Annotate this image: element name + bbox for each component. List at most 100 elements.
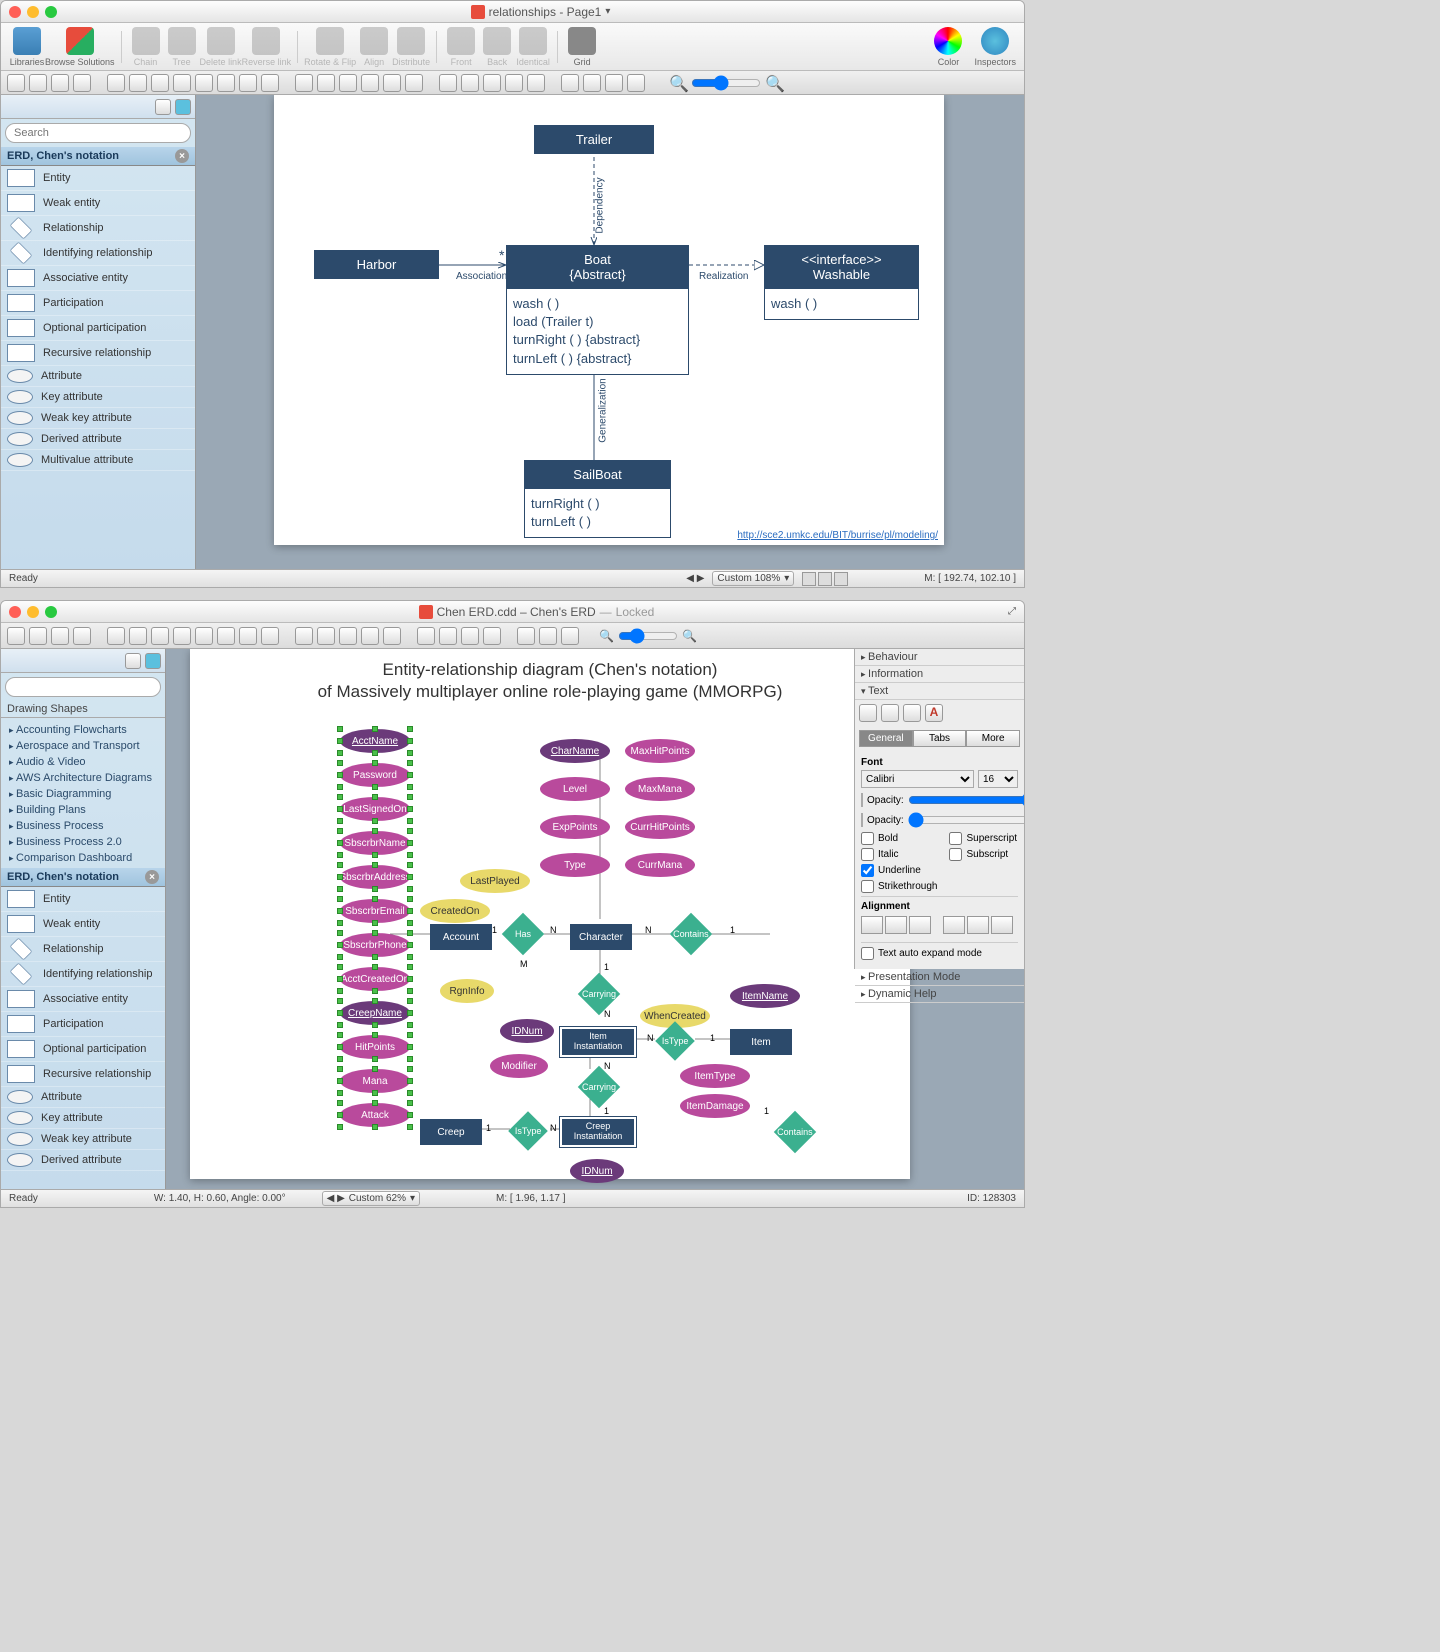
arrow-tool-3[interactable]: [483, 74, 501, 92]
attr-sbscrbrphone[interactable]: SbscrbrPhone: [340, 933, 410, 957]
category-comparison-dashboard[interactable]: Comparison Dashboard: [5, 850, 161, 866]
line-tool-5[interactable]: [383, 627, 401, 645]
attr-idnum-2[interactable]: IDNum: [570, 1159, 624, 1183]
page-tab-2[interactable]: [818, 572, 832, 586]
stencil-participation[interactable]: Participation: [1, 291, 195, 316]
attr-creepname[interactable]: CreepName: [340, 1001, 410, 1025]
library-search-input[interactable]: [5, 677, 161, 697]
connector-tool-4[interactable]: [173, 74, 191, 92]
attr-modifier[interactable]: Modifier: [490, 1054, 548, 1078]
inspector-text[interactable]: Text: [855, 683, 1024, 700]
valign-bottom-button[interactable]: [991, 916, 1013, 934]
category-business-process[interactable]: Business Process: [5, 818, 161, 834]
shape-tool-1[interactable]: [29, 74, 47, 92]
stencil-recursive-relationship[interactable]: Recursive relationship: [1, 1062, 165, 1087]
auto-expand-checkbox[interactable]: [861, 947, 874, 960]
inspector-behaviour[interactable]: Behaviour: [855, 649, 1024, 666]
subscript-checkbox[interactable]: [949, 848, 962, 861]
attr-itemdamage[interactable]: ItemDamage: [680, 1094, 750, 1118]
zoom-control[interactable]: Custom 108%▾: [712, 571, 794, 586]
canvas[interactable]: Trailer Harbor Boat {Abstract} wash ( ) …: [196, 95, 1024, 569]
attr-idnum-1[interactable]: IDNum: [500, 1019, 554, 1043]
stencil-identifying-relationship[interactable]: Identifying relationship: [1, 241, 195, 266]
entity-character[interactable]: Character: [570, 924, 632, 950]
shape-tool-2[interactable]: [51, 74, 69, 92]
attr-sbscrbrname[interactable]: SbscrbrName: [340, 831, 410, 855]
rel-istype-2[interactable]: IsType: [508, 1111, 548, 1151]
rel-carrying-1[interactable]: Carrying: [578, 973, 620, 1015]
close-section-icon[interactable]: ×: [145, 870, 159, 884]
inspector-presentation[interactable]: Presentation Mode: [855, 969, 1024, 986]
toolbar-front[interactable]: Front: [443, 27, 479, 67]
connector-tool-6[interactable]: [217, 627, 235, 645]
shape-tool-3[interactable]: [73, 74, 91, 92]
category-building-plans[interactable]: Building Plans: [5, 802, 161, 818]
font-select[interactable]: Calibri: [861, 770, 974, 788]
zoom-in-icon[interactable]: [517, 627, 535, 645]
titlebar[interactable]: Chen ERD.cdd – Chen's ERD — Locked ⤢: [1, 601, 1024, 623]
pointer-tool[interactable]: [7, 627, 25, 645]
connector-tool-3[interactable]: [151, 627, 169, 645]
superscript-checkbox[interactable]: [949, 832, 962, 845]
zoom-out-icon[interactable]: [583, 74, 601, 92]
drawing-page[interactable]: Entity-relationship diagram (Chen's nota…: [190, 649, 910, 1179]
uml-class-boat[interactable]: Boat {Abstract} wash ( ) load (Trailer t…: [506, 245, 689, 375]
zoom-minus-icon[interactable]: 🔍: [669, 74, 687, 92]
library-section-header[interactable]: ERD, Chen's notation ×: [1, 868, 165, 887]
hand-tool[interactable]: [605, 74, 623, 92]
toolbar-reverse-link[interactable]: Reverse link: [242, 27, 292, 67]
text-style-icon-3[interactable]: [903, 704, 921, 722]
opacity-swatch-2[interactable]: [861, 813, 863, 827]
close-icon[interactable]: [9, 606, 21, 618]
hand-tool[interactable]: [561, 627, 579, 645]
connector-tool-6[interactable]: [217, 74, 235, 92]
toolbar-browse-solutions[interactable]: Browse Solutions: [45, 27, 115, 67]
stencil-relationship[interactable]: Relationship: [1, 216, 195, 241]
attr-createdon[interactable]: CreatedOn: [420, 899, 490, 923]
category-accounting-flowcharts[interactable]: Accounting Flowcharts: [5, 722, 161, 738]
arrow-tool-4[interactable]: [483, 627, 501, 645]
line-tool-3[interactable]: [339, 74, 357, 92]
close-icon[interactable]: [9, 6, 21, 18]
zoom-in-icon[interactable]: [561, 74, 579, 92]
stencil-attribute[interactable]: Attribute: [1, 1087, 165, 1108]
arrow-tool-1[interactable]: [439, 74, 457, 92]
stencil-key-attribute[interactable]: Key attribute: [1, 387, 195, 408]
entity-item[interactable]: Item: [730, 1029, 792, 1055]
toolbar-delete-link[interactable]: Delete link: [200, 27, 242, 67]
entity-creep[interactable]: Creep: [420, 1119, 482, 1145]
line-tool-2[interactable]: [317, 74, 335, 92]
stencil-derived-attribute[interactable]: Derived attribute: [1, 1150, 165, 1171]
line-tool-6[interactable]: [405, 74, 423, 92]
align-left-button[interactable]: [861, 916, 883, 934]
line-tool-1[interactable]: [295, 74, 313, 92]
attr-attack[interactable]: Attack: [340, 1103, 410, 1127]
zoom-control[interactable]: ◀ ▶Custom 62%▾: [322, 1191, 420, 1206]
zoom-icon[interactable]: [45, 6, 57, 18]
stencil-optional-participation[interactable]: Optional participation: [1, 316, 195, 341]
grid-view-icon[interactable]: [125, 653, 141, 669]
category-audio-video[interactable]: Audio & Video: [5, 754, 161, 770]
connector-tool-8[interactable]: [261, 74, 279, 92]
attr-mana[interactable]: Mana: [340, 1069, 410, 1093]
toolbar-align[interactable]: Align: [356, 27, 392, 67]
close-section-icon[interactable]: ×: [175, 149, 189, 163]
inspector-tab-general[interactable]: General: [859, 730, 913, 747]
attr-currhitpoints[interactable]: CurrHitPoints: [625, 815, 695, 839]
line-tool-1[interactable]: [295, 627, 313, 645]
shape-tool-1[interactable]: [29, 627, 47, 645]
toolbar-identical[interactable]: Identical: [515, 27, 551, 67]
valign-top-button[interactable]: [943, 916, 965, 934]
titlebar[interactable]: relationships - Page1 ▾: [1, 1, 1024, 23]
text-style-icon-2[interactable]: [881, 704, 899, 722]
attr-hitpoints[interactable]: HitPoints: [340, 1035, 410, 1059]
shape-tool-3[interactable]: [73, 627, 91, 645]
category-basic-diagramming[interactable]: Basic Diagramming: [5, 786, 161, 802]
attr-lastplayed[interactable]: LastPlayed: [460, 869, 530, 893]
stencil-weak-key-attribute[interactable]: Weak key attribute: [1, 1129, 165, 1150]
stencil-key-attribute[interactable]: Key attribute: [1, 1108, 165, 1129]
entity-account[interactable]: Account: [430, 924, 492, 950]
toolbar-libraries[interactable]: Libraries: [9, 27, 45, 67]
connector-tool-7[interactable]: [239, 627, 257, 645]
zoom-out-icon[interactable]: [539, 627, 557, 645]
